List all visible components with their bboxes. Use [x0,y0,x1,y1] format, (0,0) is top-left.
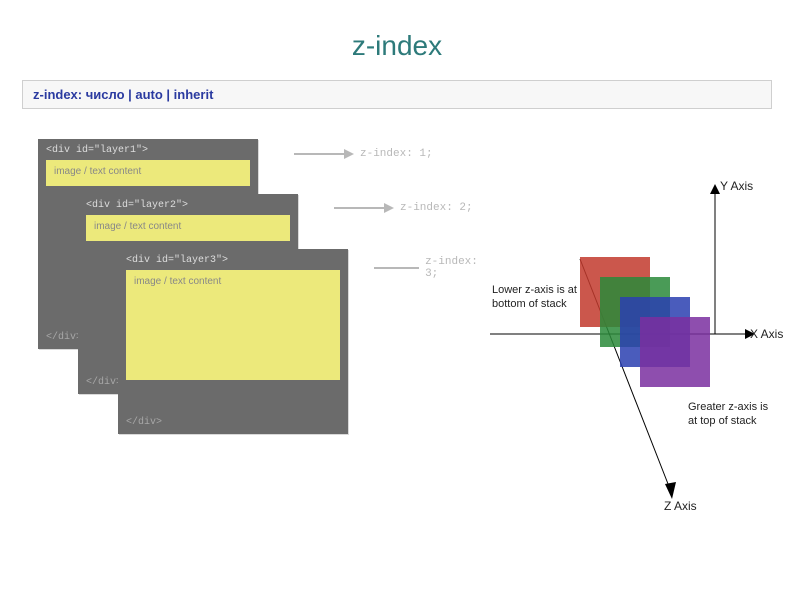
layer-card-3: <div id="layer3"> image / text content <… [118,249,348,434]
y-axis-label: Y Axis [720,179,753,193]
note-lower-z: Lower z-axis is at bottom of stack [492,284,582,312]
arrow-icon [374,261,419,275]
layer3-close-tag: </div> [126,417,162,428]
syntax-box: z-index: число | auto | inherit [22,80,772,109]
note-greater-z: Greater z-axis is at top of stack [688,401,778,429]
layer1-close-tag: </div> [46,332,82,343]
layer3-content: image / text content [126,270,340,380]
layer2-content: image / text content [86,215,290,241]
page-title: z-index [0,0,794,80]
arrow-1-label: z-index: 1; [360,148,433,160]
layer1-open-tag: <div id="layer1"> [46,145,250,156]
arrow-1: z-index: 1; [294,147,433,161]
layer1-content: image / text content [46,160,250,186]
axis-diagram: Y Axis X Axis Z Axis Lower z-axis is at … [460,179,780,539]
z-axis-label: Z Axis [664,499,697,513]
arrow-icon [334,201,394,215]
square-purple [640,317,710,387]
arrow-2: z-index: 2; [334,201,473,215]
arrow-icon [294,147,354,161]
x-axis-label: X Axis [750,327,783,341]
layer2-open-tag: <div id="layer2"> [86,200,290,211]
layer3-open-tag: <div id="layer3"> [126,255,340,266]
layers-diagram: <div id="layer1"> image / text content <… [38,139,478,459]
diagrams-area: <div id="layer1"> image / text content <… [0,139,794,569]
layer2-close-tag: </div> [86,377,122,388]
